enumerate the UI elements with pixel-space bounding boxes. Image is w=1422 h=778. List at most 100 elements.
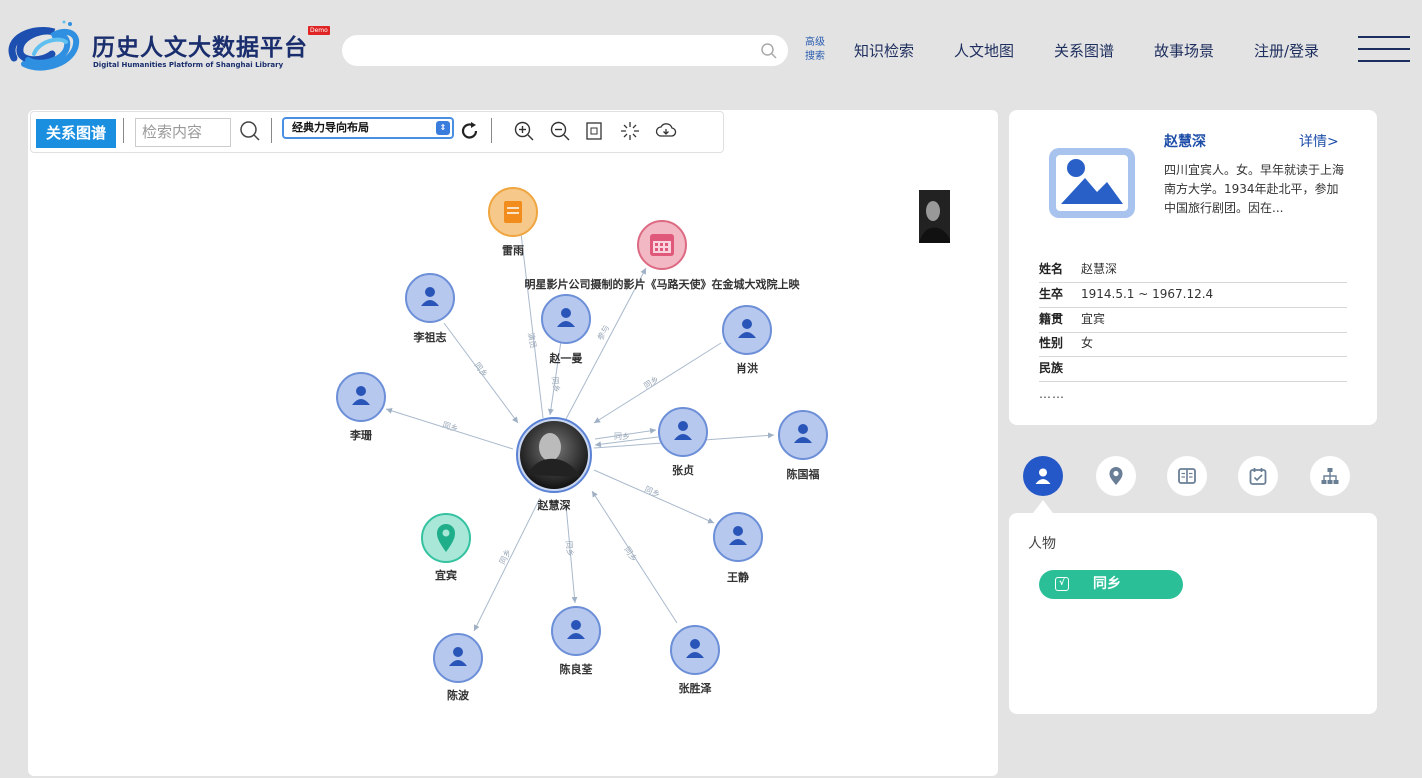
field-label: 民族 (1039, 361, 1064, 375)
image-placeholder-icon (1049, 148, 1135, 218)
tab-event[interactable] (1238, 456, 1278, 496)
edge-label: 同乡 (472, 361, 489, 379)
field-label: 籍贯 (1039, 312, 1064, 326)
graph-toolbar: 关系图谱 检索内容 经典力导向布局 ⇕ (30, 111, 724, 153)
field-label: 姓名 (1039, 262, 1064, 276)
node-label: 赵慧深 (537, 498, 571, 512)
edge (473, 497, 541, 632)
nav-register-login[interactable]: 注册/登录 (1254, 40, 1319, 61)
edge-label: 同乡 (441, 420, 459, 433)
book-icon (1178, 468, 1196, 484)
profile-detail-link[interactable]: 详情> (1299, 131, 1339, 151)
profile-name: 赵慧深 (1164, 134, 1206, 150)
checkbox-icon[interactable]: √ (1055, 577, 1069, 591)
active-tab-pointer (1033, 500, 1053, 513)
edge-label: 同乡 (642, 375, 660, 391)
edge-label: 演员 (526, 332, 539, 349)
location-icon (1109, 467, 1123, 485)
nav-story-scene[interactable]: 故事场景 (1154, 40, 1214, 61)
logo-icon[interactable] (4, 18, 82, 76)
graph-node-person[interactable]: 张贞 (658, 407, 708, 477)
profile-field-row: 姓名 赵慧深 (1039, 258, 1347, 283)
field-value: 赵慧深 (1081, 262, 1118, 276)
zoom-out-icon[interactable] (549, 120, 571, 142)
book-icon (504, 201, 522, 223)
field-value: 女 (1081, 336, 1094, 350)
nav-knowledge-search[interactable]: 知识检索 (854, 40, 914, 61)
graph-node-center[interactable]: 赵慧深 (516, 417, 592, 512)
graph-node-book[interactable]: 雷雨 (488, 187, 538, 257)
advanced-search-link[interactable]: 高级搜索 (805, 36, 831, 64)
node-label: 雷雨 (502, 244, 524, 257)
center-icon[interactable] (619, 120, 641, 142)
graph-node-person[interactable]: 李祖志 (405, 273, 455, 344)
fit-screen-icon[interactable] (583, 120, 605, 142)
relation-filter-chip[interactable]: √ 同乡 (1039, 570, 1183, 599)
relation-graph[interactable]: 演员 参与 同乡 同乡 同乡 同乡 同乡 同乡 同乡 同乡 同乡 赵慧深 雷雨 … (28, 153, 998, 776)
platform-title[interactable]: 历史人文大数据平台 (92, 28, 308, 62)
edge-label: 同乡 (622, 545, 638, 563)
person-icon (1035, 468, 1051, 484)
thumbnail-image[interactable] (919, 190, 950, 243)
tab-organization[interactable] (1310, 456, 1350, 496)
profile-field-row: 籍贯 宜宾 (1039, 308, 1347, 333)
profile-card: 赵慧深 详情> 四川宜宾人。女。早年就读于上海南方大学。1934年赴北平，参加中… (1009, 110, 1377, 425)
global-search (342, 35, 788, 66)
tab-literature[interactable] (1167, 456, 1207, 496)
graph-search-input[interactable]: 检索内容 (135, 118, 231, 147)
menu-icon[interactable] (1358, 36, 1410, 64)
org-chart-icon (1321, 468, 1339, 484)
edge-label: 同乡 (550, 376, 561, 393)
node-label: 张贞 (672, 463, 694, 477)
edge-label: 同乡 (643, 485, 661, 500)
search-icon[interactable] (760, 42, 778, 60)
profile-description: 四川宜宾人。女。早年就读于上海南方大学。1934年赴北平，参加中国旅行剧团。因在… (1164, 163, 1345, 215)
graph-node-person[interactable]: 肖洪 (722, 305, 772, 375)
graph-node-person[interactable]: 陈国福 (778, 410, 828, 481)
nav-relation-graph[interactable]: 关系图谱 (1054, 40, 1114, 61)
field-label: 性别 (1039, 336, 1064, 350)
node-label: 明星影片公司摄制的影片《马路天使》在金城大戏院上映 (525, 277, 801, 291)
graph-node-event[interactable]: 明星影片公司摄制的影片《马路天使》在金城大戏院上映 (525, 220, 801, 291)
graph-node-person[interactable]: 陈良荃 (551, 606, 601, 676)
toolbar-divider (123, 118, 124, 143)
graph-node-person[interactable]: 李珊 (336, 372, 386, 442)
node-label: 宜宾 (435, 568, 457, 582)
graph-tab-title[interactable]: 关系图谱 (36, 119, 116, 148)
relation-panel: 人物 √ 同乡 (1009, 513, 1377, 714)
demo-badge: Demo (308, 26, 330, 35)
graph-node-location[interactable]: 宜宾 (421, 513, 471, 582)
header: 历史人文大数据平台 Demo Digital Humanities Platfo… (0, 0, 1422, 100)
node-label: 赵一曼 (549, 351, 583, 365)
search-icon[interactable] (239, 120, 261, 142)
graph-node-person[interactable]: 王静 (713, 512, 763, 584)
toolbar-divider (491, 118, 492, 143)
node-label: 李祖志 (413, 330, 447, 344)
download-icon[interactable] (655, 120, 677, 142)
calendar-icon (650, 234, 674, 256)
layout-select[interactable]: 经典力导向布局 ⇕ (282, 117, 454, 139)
graph-node-person[interactable]: 张胜泽 (670, 625, 720, 695)
graph-node-person[interactable]: 赵一曼 (541, 294, 591, 365)
calendar-icon (1249, 468, 1267, 485)
platform-subtitle: Digital Humanities Platform of Shanghai … (93, 61, 284, 69)
profile-more: …… (1039, 387, 1065, 401)
field-value: 宜宾 (1081, 312, 1106, 326)
profile-field-row: 生卒 1914.5.1 ~ 1967.12.4 (1039, 283, 1347, 308)
node-label: 张胜泽 (679, 681, 712, 695)
zoom-in-icon[interactable] (513, 120, 535, 142)
graph-node-person[interactable]: 陈波 (433, 633, 483, 702)
relation-category-title: 人物 (1028, 536, 1056, 552)
node-label: 陈国福 (787, 467, 820, 481)
field-label: 生卒 (1039, 287, 1064, 301)
global-search-input[interactable] (342, 35, 742, 66)
select-arrow-icon: ⇕ (436, 121, 450, 135)
toolbar-divider (271, 118, 272, 143)
node-label: 陈良荃 (560, 662, 593, 676)
field-value: 1914.5.1 ~ 1967.12.4 (1081, 287, 1214, 301)
edge-label: 同乡 (564, 540, 575, 557)
refresh-icon[interactable] (459, 120, 481, 142)
tab-person[interactable] (1023, 456, 1063, 496)
tab-location[interactable] (1096, 456, 1136, 496)
nav-humanities-map[interactable]: 人文地图 (954, 40, 1014, 61)
